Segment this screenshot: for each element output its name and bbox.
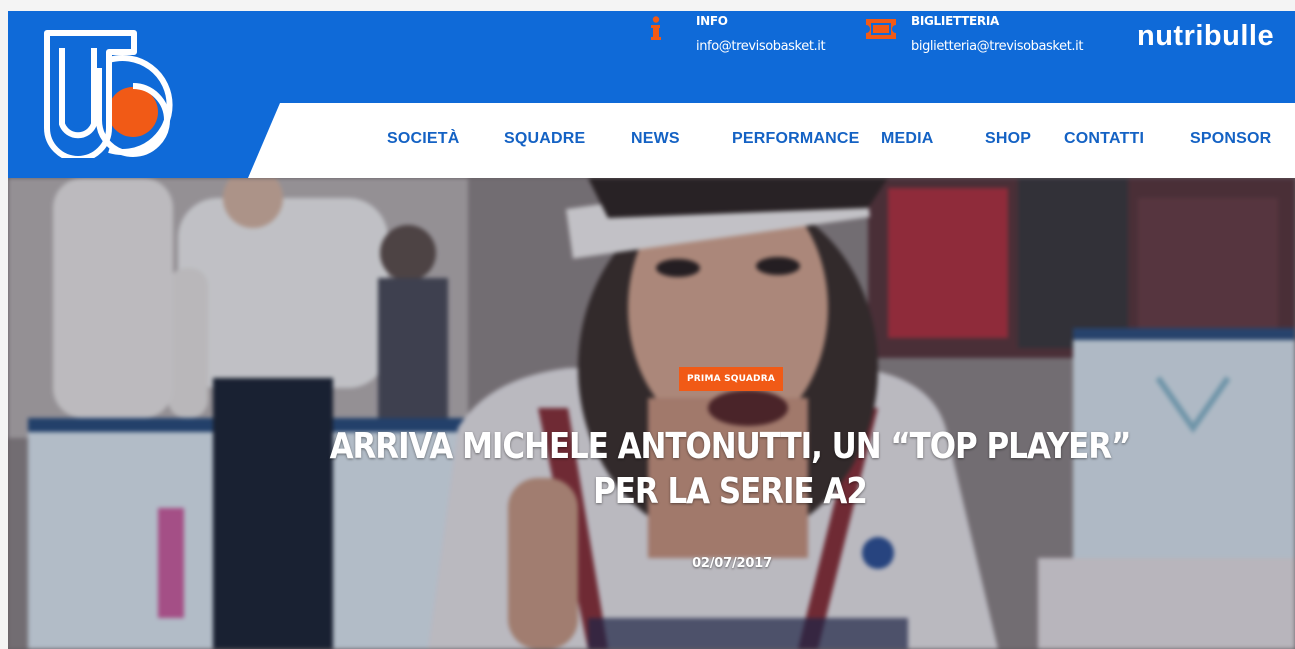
ticket-icon [865, 18, 897, 45]
nav-item-news[interactable]: NEWS [631, 130, 680, 148]
nav-item-shop[interactable]: SHOP [985, 130, 1031, 148]
info-email-link[interactable]: info@trevisobasket.it [696, 39, 826, 54]
nav-item-performance[interactable]: PERFORMANCE [732, 130, 860, 148]
nav-item-squadre[interactable]: SQUADRE [504, 130, 585, 148]
page: INFO info@trevisobasket.it BIGLIETTERIA … [0, 0, 1295, 649]
info-title: INFO [696, 14, 728, 28]
nav-item-sponsor[interactable]: SPONSOR [1190, 130, 1271, 148]
info-contact[interactable]: INFO info@trevisobasket.it [650, 14, 850, 64]
info-icon [650, 16, 662, 47]
tickets-title: BIGLIETTERIA [911, 14, 1000, 28]
headline-line-1: ARRIVA MICHELE ANTONUTTI, UN “TOP PLAYER… [329, 426, 1132, 467]
headline-line-2: PER LA SERIE A2 [593, 471, 868, 512]
article-date: 02/07/2017 [692, 556, 772, 571]
category-badge[interactable]: PRIMA SQUADRA [679, 367, 783, 391]
nav-item-societa[interactable]: SOCIETÀ [387, 130, 460, 148]
tickets-email-link[interactable]: biglietteria@trevisobasket.it [911, 39, 1083, 54]
hero-overlay [8, 178, 1295, 649]
nav-item-media[interactable]: MEDIA [881, 130, 934, 148]
hero-banner[interactable] [8, 178, 1295, 649]
sponsor-logo[interactable]: nutribulle [1137, 20, 1274, 53]
tickets-contact[interactable]: BIGLIETTERIA biglietteria@trevisobasket.… [865, 14, 1105, 64]
article-headline[interactable]: ARRIVA MICHELE ANTONUTTI, UN “TOP PLAYER… [300, 424, 1160, 514]
site-logo[interactable] [42, 28, 182, 162]
nav-item-contatti[interactable]: CONTATTI [1064, 130, 1144, 148]
treviso-basket-logo-icon [44, 30, 173, 162]
